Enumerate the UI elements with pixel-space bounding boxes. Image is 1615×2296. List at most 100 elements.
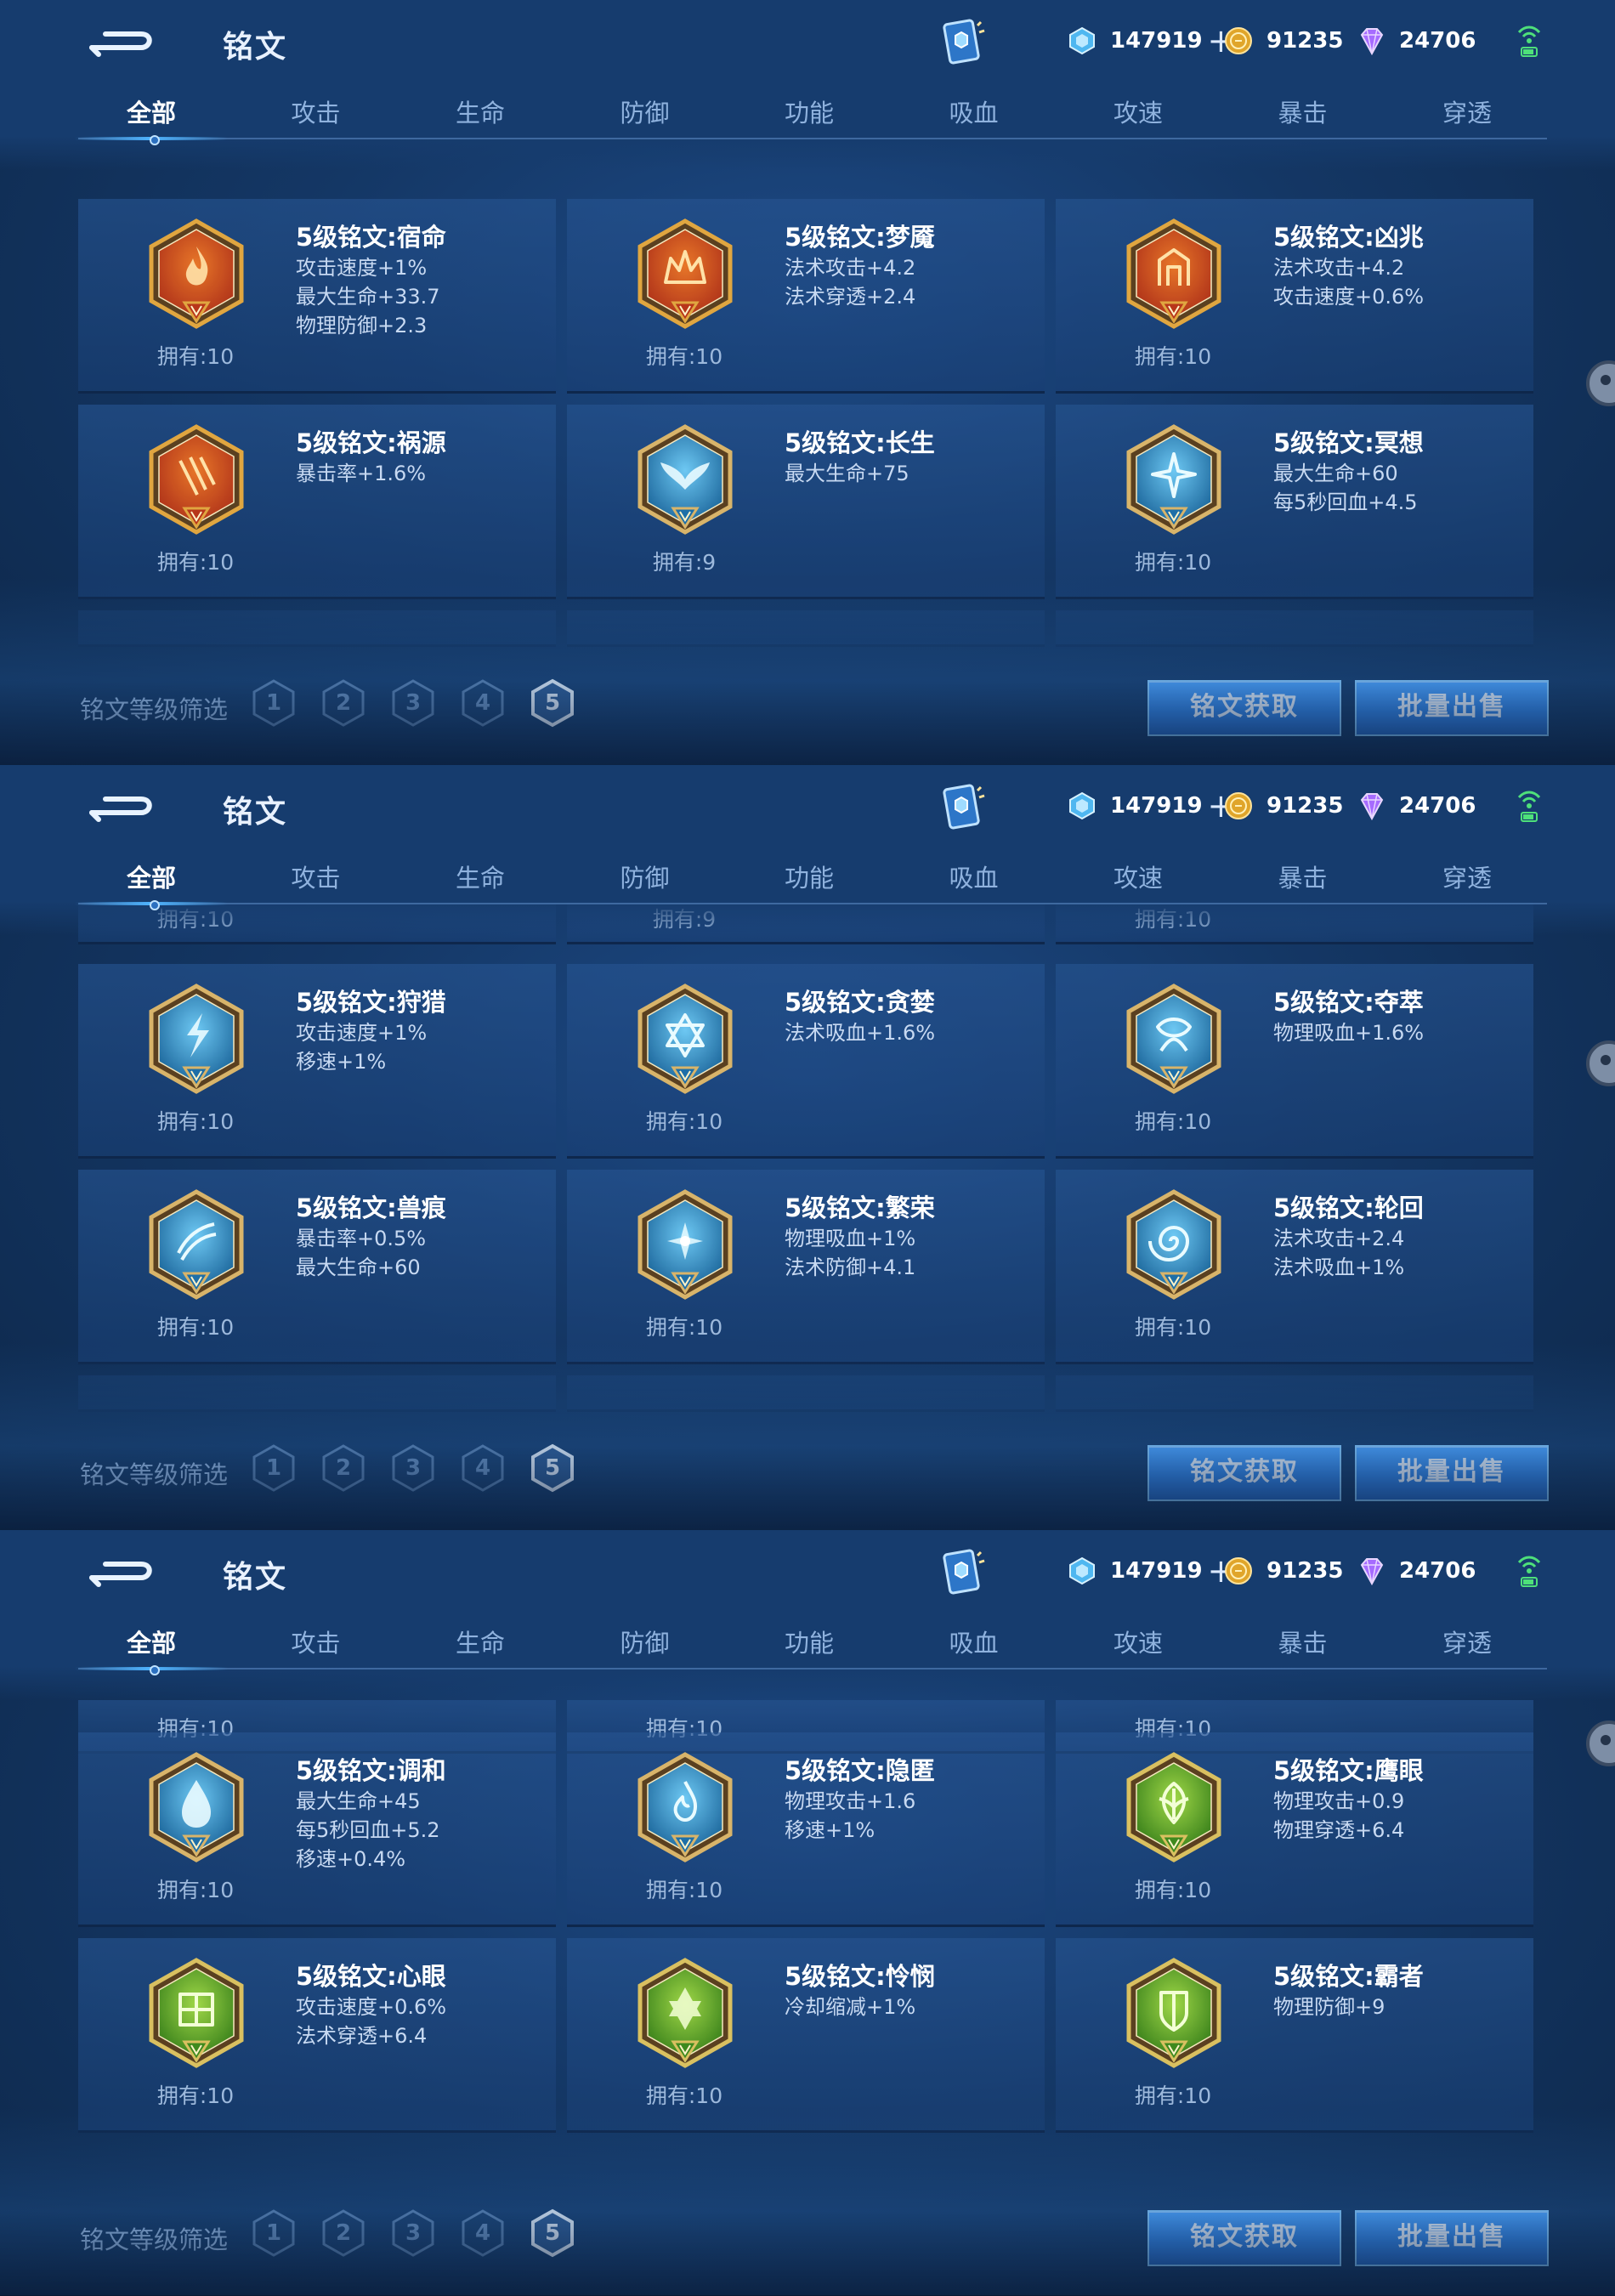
category-tabs: 全部 攻击 生命 防御 功能 吸血 攻速 暴击 穿透 bbox=[75, 82, 1547, 145]
tab-8[interactable]: 穿透 bbox=[1399, 1624, 1535, 1659]
level-filter-4[interactable]: 4 bbox=[461, 2208, 505, 2258]
rune-attribute: 暴击率+1.6% bbox=[296, 462, 427, 485]
tab-3[interactable]: 防御 bbox=[577, 859, 713, 894]
tab-8[interactable]: 穿透 bbox=[1399, 94, 1535, 129]
rune-card[interactable]: 5级铭文:隐匿 物理攻击+1.6 移速+1% 拥有:10 bbox=[567, 1732, 1045, 1927]
svg-text:5: 5 bbox=[545, 1455, 560, 1481]
level-filter-3[interactable]: 3 bbox=[391, 678, 435, 728]
tab-7[interactable]: 暴击 bbox=[1235, 1624, 1371, 1659]
level-filter-3[interactable]: 3 bbox=[391, 2208, 435, 2258]
bulk-sell-button[interactable]: 批量出售 bbox=[1355, 1445, 1549, 1501]
rune-name: 5级铭文:调和 bbox=[296, 1756, 446, 1785]
tab-7[interactable]: 暴击 bbox=[1235, 94, 1371, 129]
rune-card[interactable]: 5级铭文:祸源 暴击率+1.6% 拥有:10 bbox=[78, 405, 556, 599]
rune-book-icon[interactable] bbox=[938, 782, 986, 833]
obtain-rune-button[interactable]: 铭文获取 bbox=[1148, 680, 1341, 736]
tab-6[interactable]: 攻速 bbox=[1070, 94, 1206, 129]
level-filter-2[interactable]: 2 bbox=[321, 678, 366, 728]
currency-value: 91235 bbox=[1266, 793, 1344, 819]
lightning-rune-icon bbox=[146, 983, 246, 1095]
tab-0[interactable]: 全部 bbox=[83, 94, 219, 129]
tab-3[interactable]: 防御 bbox=[577, 1624, 713, 1659]
rune-attribute: 冷却缩减+1% bbox=[785, 1995, 916, 2019]
rune-card-partial[interactable] bbox=[567, 1375, 1045, 1412]
tab-3[interactable]: 防御 bbox=[577, 94, 713, 129]
tab-4[interactable]: 功能 bbox=[741, 859, 877, 894]
level-filter-1[interactable]: 1 bbox=[252, 1443, 296, 1493]
wifi-signal-icon bbox=[1516, 787, 1542, 825]
rune-card[interactable]: 5级铭文:宿命 攻击速度+1% 最大生命+33.7 物理防御+2.3 拥有:10 bbox=[78, 199, 556, 394]
level-filter-1[interactable]: 1 bbox=[252, 2208, 296, 2258]
tab-6[interactable]: 攻速 bbox=[1070, 859, 1206, 894]
tab-4[interactable]: 功能 bbox=[741, 94, 877, 129]
rune-attribute: 法术吸血+1.6% bbox=[785, 1021, 936, 1045]
rune-attribute: 法术穿透+2.4 bbox=[785, 285, 916, 309]
tab-5[interactable]: 吸血 bbox=[906, 94, 1042, 129]
tab-8[interactable]: 穿透 bbox=[1399, 859, 1535, 894]
rune-card[interactable]: 5级铭文:心眼 攻击速度+0.6% 法术穿透+6.4 拥有:10 bbox=[78, 1938, 556, 2133]
rune-card[interactable]: 5级铭文:贪婪 法术吸血+1.6% 拥有:10 bbox=[567, 964, 1045, 1159]
level-filter-2[interactable]: 2 bbox=[321, 1443, 366, 1493]
rune-card[interactable]: 5级铭文:冥想 最大生命+60 每5秒回血+4.5 拥有:10 bbox=[1056, 405, 1533, 599]
rune-card[interactable]: 5级铭文:繁荣 物理吸血+1% 法术防御+4.1 拥有:10 bbox=[567, 1170, 1045, 1364]
gate-rune-icon bbox=[1124, 218, 1224, 330]
rune-attribute: 物理穿透+6.4 bbox=[1273, 1818, 1405, 1842]
side-drawer-handle[interactable] bbox=[1586, 1721, 1615, 1766]
rune-attribute: 物理防御+9 bbox=[1273, 1995, 1386, 2019]
rune-name: 5级铭文:冥想 bbox=[1273, 428, 1424, 457]
rune-card[interactable]: 5级铭文:怜悯 冷却缩减+1% 拥有:10 bbox=[567, 1938, 1045, 2133]
rune-card[interactable]: 5级铭文:长生 最大生命+75 拥有:9 bbox=[567, 405, 1045, 599]
level-filter-1[interactable]: 1 bbox=[252, 678, 296, 728]
currency-value: 147919 bbox=[1110, 793, 1203, 819]
level-filter-2[interactable]: 2 bbox=[321, 2208, 366, 2258]
bulk-sell-button[interactable]: 批量出售 bbox=[1355, 680, 1549, 736]
tab-1[interactable]: 攻击 bbox=[248, 859, 384, 894]
rune-card-partial[interactable] bbox=[78, 1375, 556, 1412]
rune-card-partial[interactable] bbox=[1056, 610, 1533, 647]
rune-attribute: 法术攻击+2.4 bbox=[1273, 1227, 1405, 1250]
rune-card[interactable]: 5级铭文:轮回 法术攻击+2.4 法术吸血+1% 拥有:10 bbox=[1056, 1170, 1533, 1364]
level-filter-4[interactable]: 4 bbox=[461, 678, 505, 728]
tab-6[interactable]: 攻速 bbox=[1070, 1624, 1206, 1659]
rune-book-icon[interactable] bbox=[938, 1547, 986, 1598]
rune-card-partial[interactable] bbox=[567, 610, 1045, 647]
tab-5[interactable]: 吸血 bbox=[906, 1624, 1042, 1659]
side-drawer-handle[interactable] bbox=[1586, 1040, 1615, 1086]
rune-book-icon[interactable] bbox=[938, 17, 986, 68]
page-title: 铭文 bbox=[223, 30, 288, 65]
rune-card[interactable]: 5级铭文:凶兆 法术攻击+4.2 攻击速度+0.6% 拥有:10 bbox=[1056, 199, 1533, 394]
level-filter-5[interactable]: 5 bbox=[530, 2208, 575, 2258]
level-filter-5[interactable]: 5 bbox=[530, 678, 575, 728]
tab-0[interactable]: 全部 bbox=[83, 859, 219, 894]
back-arrow-icon[interactable] bbox=[85, 785, 158, 826]
diamond-coupon-icon bbox=[1068, 26, 1096, 55]
rune-card[interactable]: 5级铭文:狩猎 攻击速度+1% 移速+1% 拥有:10 bbox=[78, 964, 556, 1159]
tab-0[interactable]: 全部 bbox=[83, 1624, 219, 1659]
owned-count: 拥有:10 bbox=[1134, 344, 1212, 369]
obtain-rune-button[interactable]: 铭文获取 bbox=[1148, 1445, 1341, 1501]
tab-2[interactable]: 生命 bbox=[412, 94, 548, 129]
tab-2[interactable]: 生命 bbox=[412, 859, 548, 894]
tab-5[interactable]: 吸血 bbox=[906, 859, 1042, 894]
back-arrow-icon[interactable] bbox=[85, 20, 158, 61]
tab-7[interactable]: 暴击 bbox=[1235, 859, 1371, 894]
back-arrow-icon[interactable] bbox=[85, 1551, 158, 1591]
level-filter-3[interactable]: 3 bbox=[391, 1443, 435, 1493]
bulk-sell-button[interactable]: 批量出售 bbox=[1355, 2210, 1549, 2266]
side-drawer-handle[interactable] bbox=[1586, 360, 1615, 406]
tab-2[interactable]: 生命 bbox=[412, 1624, 548, 1659]
rune-card[interactable]: 5级铭文:鹰眼 物理攻击+0.9 物理穿透+6.4 拥有:10 bbox=[1056, 1732, 1533, 1927]
tab-4[interactable]: 功能 bbox=[741, 1624, 877, 1659]
tab-1[interactable]: 攻击 bbox=[248, 1624, 384, 1659]
rune-card[interactable]: 5级铭文:霸者 物理防御+9 拥有:10 bbox=[1056, 1938, 1533, 2133]
rune-card[interactable]: 5级铭文:夺萃 物理吸血+1.6% 拥有:10 bbox=[1056, 964, 1533, 1159]
obtain-rune-button[interactable]: 铭文获取 bbox=[1148, 2210, 1341, 2266]
tab-1[interactable]: 攻击 bbox=[248, 94, 384, 129]
rune-card[interactable]: 5级铭文:调和 最大生命+45 每5秒回血+5.2 移速+0.4% 拥有:10 bbox=[78, 1732, 556, 1927]
rune-card-partial[interactable] bbox=[78, 610, 556, 647]
level-filter-5[interactable]: 5 bbox=[530, 1443, 575, 1493]
rune-card[interactable]: 5级铭文:兽痕 暴击率+0.5% 最大生命+60 拥有:10 bbox=[78, 1170, 556, 1364]
rune-card[interactable]: 5级铭文:梦魇 法术攻击+4.2 法术穿透+2.4 拥有:10 bbox=[567, 199, 1045, 394]
level-filter-4[interactable]: 4 bbox=[461, 1443, 505, 1493]
rune-card-partial[interactable] bbox=[1056, 1375, 1533, 1412]
